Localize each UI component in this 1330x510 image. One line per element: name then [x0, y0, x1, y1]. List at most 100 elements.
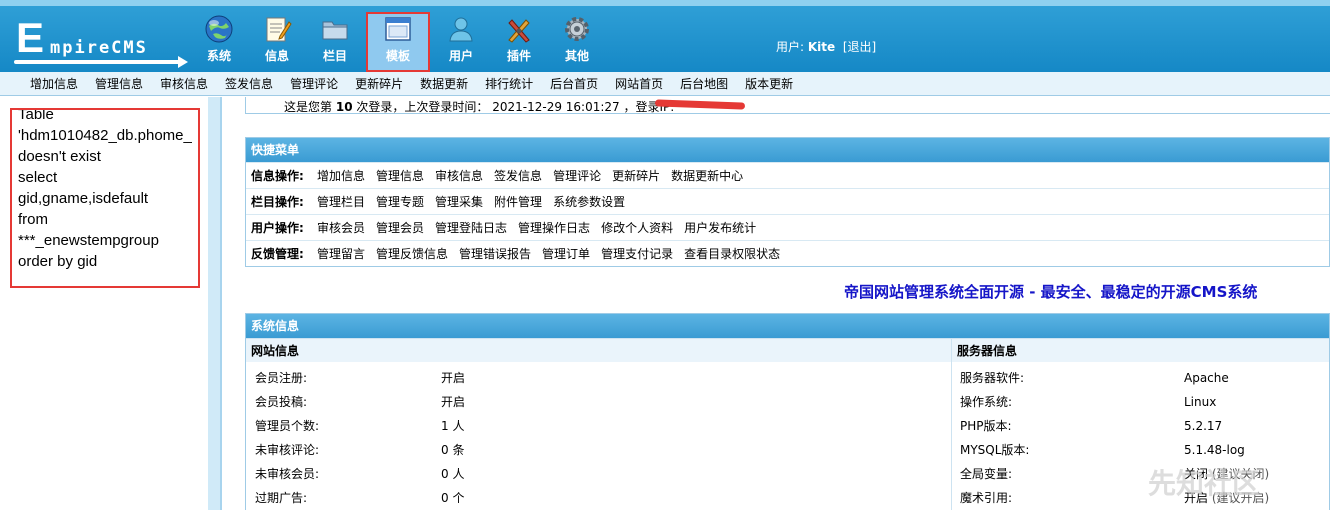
sql-error-message: Table 'hdm1010482_db.phome_ doesn't exis… [18, 108, 192, 270]
quick-link[interactable]: 系统参数设置 [553, 193, 625, 210]
top-nav: 系统 信息 栏目 模板 用户 插件 其他 [190, 12, 606, 72]
quick-link[interactable]: 管理登陆日志 [435, 219, 507, 236]
login-time: 2021-12-29 16:01:27 [492, 100, 620, 114]
empirecms-logo[interactable]: E mpireCMS [10, 14, 190, 68]
quick-link[interactable]: 附件管理 [494, 193, 542, 210]
subnav-manage-comments[interactable]: 管理评论 [290, 72, 338, 95]
subnav-data-update[interactable]: 数据更新 [420, 72, 468, 95]
logo-arrow [178, 56, 188, 68]
server-info-row: PHP版本: 5.2.17 [952, 414, 1329, 438]
site-info-row: 未审核评论: 0 条 [246, 438, 951, 462]
subnav-manage-info[interactable]: 管理信息 [95, 72, 143, 95]
quick-link[interactable]: 管理错误报告 [459, 245, 531, 262]
quick-menu-panel: 快捷菜单 信息操作: 增加信息 管理信息 审核信息 签发信息 管理评论 更新碎片… [245, 137, 1330, 267]
sub-nav: 增加信息 管理信息 审核信息 签发信息 管理评论 更新碎片 数据更新 排行统计 … [0, 72, 1330, 96]
server-info-value: Apache [1184, 366, 1229, 390]
nav-other-label: 其他 [564, 49, 589, 63]
nav-template[interactable]: 模板 [366, 12, 430, 72]
quick-link[interactable]: 签发信息 [494, 167, 542, 184]
server-info-text: Linux [1184, 395, 1217, 409]
quick-link[interactable]: 数据更新中心 [671, 167, 743, 184]
server-info-row: 服务器软件: Apache [952, 366, 1329, 390]
gear-icon [565, 17, 589, 41]
subnav-update-fragments[interactable]: 更新碎片 [355, 72, 403, 95]
logo-wordmark: mpireCMS [50, 38, 148, 58]
quick-link[interactable]: 查看目录权限状态 [684, 245, 780, 262]
user-bar: 用户: Kite [退出] [776, 38, 876, 55]
site-info-value: 开启 [441, 371, 466, 385]
subnav-site-home[interactable]: 网站首页 [615, 72, 663, 95]
nav-system[interactable]: 系统 [190, 12, 248, 72]
quick-link[interactable]: 管理栏目 [317, 193, 365, 210]
quick-link[interactable]: 审核会员 [317, 219, 365, 236]
quick-link[interactable]: 管理专题 [376, 193, 424, 210]
subnav-ranking-stats[interactable]: 排行统计 [485, 72, 533, 95]
subnav-version-update[interactable]: 版本更新 [745, 72, 793, 95]
quick-link[interactable]: 管理操作日志 [518, 219, 590, 236]
quick-row-label: 用户操作: [251, 221, 304, 235]
quick-link[interactable]: 管理支付记录 [601, 245, 673, 262]
quick-link[interactable]: 管理会员 [376, 219, 424, 236]
login-count: 10 [335, 100, 353, 114]
server-info-value: Linux [1184, 390, 1216, 414]
server-info-row: 操作系统: Linux [952, 390, 1329, 414]
sql-error-highlight: Table 'hdm1010482_db.phome_ doesn't exis… [10, 108, 200, 288]
window-icon [385, 17, 411, 41]
site-info-title: 网站信息 [251, 344, 300, 358]
server-info-column: 服务器软件: Apache 操作系统: Linux PHP版本: 5.2.17 MYS… [951, 362, 1329, 510]
site-info-value: 0 条 [441, 443, 465, 457]
quick-menu-title: 快捷菜单 [246, 138, 1329, 162]
subnav-sign-info[interactable]: 签发信息 [225, 72, 273, 95]
quick-link[interactable]: 审核信息 [435, 167, 483, 184]
nav-plugin-label: 插件 [506, 49, 531, 63]
quick-link[interactable]: 管理评论 [553, 167, 601, 184]
user-icon [449, 17, 473, 42]
logo-swoosh [14, 60, 184, 64]
nav-template-label: 模板 [385, 49, 410, 63]
nav-other[interactable]: 其他 [548, 12, 606, 72]
subnav-add-info[interactable]: 增加信息 [30, 72, 78, 95]
subnav-audit-info[interactable]: 审核信息 [160, 72, 208, 95]
nav-plugin[interactable]: 插件 [490, 12, 548, 72]
top-header: E mpireCMS 系统 信息 栏目 模板 用户 插件 其他 用户: Kite… [0, 0, 1330, 72]
site-info-column: 会员注册: 开启 会员投稿: 开启 管理员个数: 1 人 未审核评论: 0 条 未审核会… [246, 362, 951, 510]
subnav-admin-home[interactable]: 后台首页 [550, 72, 598, 95]
slogan: 帝国网站管理系统全面开源 - 最安全、最稳定的开源CMS系统 [844, 283, 1258, 301]
quick-row-label: 信息操作: [251, 169, 304, 183]
nav-info-label: 信息 [264, 49, 289, 63]
quick-link[interactable]: 管理订单 [542, 245, 590, 262]
server-info-text: Apache [1184, 371, 1229, 385]
subnav-admin-map[interactable]: 后台地图 [680, 72, 728, 95]
login-border-left [245, 97, 246, 113]
frame-splitter[interactable] [208, 97, 220, 510]
quick-link[interactable]: 增加信息 [317, 167, 365, 184]
server-info-key: 服务器软件: [960, 371, 1025, 385]
site-info-row: 未审核会员: 0 人 [246, 462, 951, 486]
nav-system-label: 系统 [206, 49, 231, 63]
nav-column-label: 栏目 [322, 49, 347, 63]
quick-link[interactable]: 管理信息 [376, 167, 424, 184]
quick-link[interactable]: 管理留言 [317, 245, 365, 262]
logout-link[interactable]: [退出] [843, 40, 876, 54]
nav-info[interactable]: 信息 [248, 12, 306, 72]
nav-column[interactable]: 栏目 [306, 12, 364, 72]
nav-user[interactable]: 用户 [432, 12, 490, 72]
site-info-value: 0 人 [441, 467, 465, 481]
quick-link[interactable]: 管理反馈信息 [376, 245, 448, 262]
site-info-key: 会员投稿: [255, 395, 308, 409]
login-info: 这是您第 10 次登录，上次登录时间： 2021-12-29 16:01:27 … [284, 98, 674, 115]
quick-link[interactable]: 用户发布统计 [684, 219, 756, 236]
quick-link[interactable]: 更新碎片 [612, 167, 660, 184]
server-info-text: 5.2.17 [1184, 419, 1223, 433]
user-prefix: 用户: [776, 40, 805, 54]
quick-row-user: 用户操作: 审核会员 管理会员 管理登陆日志 管理操作日志 修改个人资料 用户发… [246, 214, 1329, 240]
nav-user-label: 用户 [448, 49, 473, 63]
quick-link[interactable]: 修改个人资料 [601, 219, 673, 236]
server-info-row: MYSQL版本: 5.1.48-log [952, 438, 1329, 462]
main-frame: 这是您第 10 次登录，上次登录时间： 2021-12-29 16:01:27 … [228, 97, 1330, 510]
page: E mpireCMS 系统 信息 栏目 模板 用户 插件 其他 用户: Kite… [0, 0, 1330, 510]
site-info-value: 0 个 [441, 491, 465, 505]
quick-row-column: 栏目操作: 管理栏目 管理专题 管理采集 附件管理 系统参数设置 [246, 188, 1329, 214]
quick-link[interactable]: 管理采集 [435, 193, 483, 210]
server-info-value: 5.2.17 [1184, 414, 1222, 438]
